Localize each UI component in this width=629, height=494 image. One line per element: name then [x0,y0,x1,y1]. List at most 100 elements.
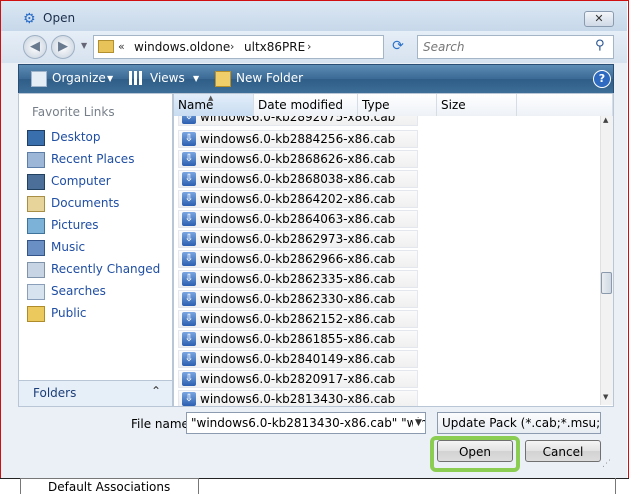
cancel-button[interactable]: Cancel [525,440,601,462]
file-name: windows6.0-kb2862966-x86.cab [200,252,396,266]
breadcrumb-separator[interactable]: › [230,40,234,53]
organize-icon [31,71,47,87]
views-icon [129,71,143,85]
computer-icon [27,174,45,190]
column-header-name-overlay[interactable]: ▲ Name [174,94,254,116]
list-item[interactable]: ⇩ windows6.0-kb2813430-x86.cab [178,390,418,406]
pictures-icon [27,218,45,234]
refresh-button[interactable]: ⟳ [387,36,409,56]
update-package-icon: ⇩ [182,292,196,306]
file-list: ▲ Name Date modified Type Size ⇩ windows6… [173,93,614,407]
breadcrumb-separator[interactable]: › [307,40,311,53]
scroll-down-arrow-icon[interactable]: ▼ [603,393,608,401]
organize-dropdown-icon[interactable]: ▼ [107,74,113,83]
column-header-filler [517,94,613,116]
chevron-up-icon: ⌃ [151,384,162,398]
sidebar-item-desktop[interactable]: Desktop [51,130,101,144]
sidebar-item-music[interactable]: Music [51,240,85,254]
default-associations-label: Default Associations [48,480,171,494]
recent-pages-dropdown-icon[interactable]: ▼ [81,41,87,50]
column-header-size-label: Size [441,98,466,112]
divider [615,478,616,494]
file-name: windows6.0-kb2884256-x86.cab [200,132,396,146]
refresh-icon: ⟳ [392,38,404,54]
list-item[interactable]: ⇩ windows6.0-kb2840149-x86.cab [178,350,418,368]
favorite-links-pane: Favorite Links Desktop Recent Places Com… [18,93,173,381]
back-button[interactable]: ◀ [23,35,47,59]
default-associations-cell[interactable]: Default Associations [20,478,199,494]
file-name-field[interactable]: "windows6.0-kb2813430-x86.cab" "windows6… [186,412,426,434]
file-name: windows6.0-kb2862335-x86.cab [200,272,396,286]
file-type-select[interactable]: Update Pack (*.cab;*.msu;*.e [437,412,601,434]
folder-icon [98,40,114,53]
file-name: windows6.0-kb2864202-x86.cab [200,192,396,206]
file-name-value: "windows6.0-kb2813430-x86.cab" "windows6 [191,416,425,430]
organize-button[interactable]: Organize [52,71,106,85]
column-header-size-overlay[interactable]: Size [437,94,517,116]
list-item[interactable]: ⇩ windows6.0-kb2862152-x86.cab [178,310,418,328]
close-button[interactable]: ✕ [584,11,614,27]
column-header-date-modified-overlay[interactable]: Date modified [254,94,358,116]
update-package-icon: ⇩ [182,352,196,366]
file-type-value: Update Pack (*.cab;*.msu;*.e [442,416,601,430]
sidebar-item-documents[interactable]: Documents [51,196,119,210]
sidebar-item-pictures[interactable]: Pictures [51,218,99,232]
favorite-links-header: Favorite Links [32,105,115,119]
sidebar-item-computer[interactable]: Computer [51,174,111,188]
update-package-icon: ⇩ [182,172,196,186]
views-button[interactable]: Views [150,71,185,85]
back-arrow-icon: ◀ [30,39,40,54]
update-package-icon: ⇩ [182,212,196,226]
breadcrumb-overflow[interactable]: « [118,40,125,53]
scroll-up-arrow-icon[interactable]: ▲ [603,116,608,124]
list-item[interactable]: ⇩ windows6.0-kb2868626-x86.cab [178,150,418,168]
list-item[interactable]: ⇩ windows6.0-kb2864202-x86.cab [178,190,418,208]
list-item[interactable]: ⇩ windows6.0-kb2861855-x86.cab [178,330,418,348]
column-header-type-label: Type [362,98,390,112]
forward-button[interactable]: ▶ [51,35,75,59]
search-icon[interactable]: ⚲ [595,38,605,53]
list-item[interactable]: ⇩ windows6.0-kb2862335-x86.cab [178,270,418,288]
help-icon[interactable]: ? [593,70,611,88]
list-item[interactable]: ⇩ windows6.0-kb2862973-x86.cab [178,230,418,248]
documents-icon [27,196,45,212]
list-item[interactable]: ⇩ windows6.0-kb2868038-x86.cab [178,170,418,188]
file-name: windows6.0-kb2813430-x86.cab [200,392,396,406]
list-item[interactable]: ⇩ windows6.0-kb2884256-x86.cab [178,130,418,148]
sidebar-item-public[interactable]: Public [51,306,87,320]
music-icon [27,240,45,256]
update-package-icon: ⇩ [182,332,196,346]
resize-grip-icon[interactable]: ⋰ [602,459,611,469]
update-package-icon: ⇩ [182,392,196,406]
update-package-icon: ⇩ [182,132,196,146]
scrollbar-thumb[interactable] [601,272,612,294]
update-package-icon: ⇩ [182,152,196,166]
update-package-icon: ⇩ [182,272,196,286]
list-item[interactable]: ⇩ windows6.0-kb2820917-x86.cab [178,370,418,388]
gear-icon: ⚙ [23,11,36,27]
update-package-icon: ⇩ [182,252,196,266]
column-header-type-overlay[interactable]: Type [358,94,437,116]
sort-ascending-icon: ▲ [208,94,214,102]
file-name: windows6.0-kb2861855-x86.cab [200,332,396,346]
update-package-icon: ⇩ [182,372,196,386]
sidebar-item-recently-changed[interactable]: Recently Changed [51,262,160,276]
open-button-highlight [430,436,520,472]
sidebar-item-recent-places[interactable]: Recent Places [51,152,134,166]
vertical-scrollbar[interactable]: ▲ ▼ [600,116,613,405]
list-item[interactable]: ⇩ windows6.0-kb2862966-x86.cab [178,250,418,268]
folders-toggle[interactable]: Folders ⌃ [18,380,173,407]
sidebar-item-searches[interactable]: Searches [51,284,106,298]
file-name-dropdown-icon[interactable]: ▼ [413,418,422,428]
views-dropdown-icon[interactable]: ▼ [193,74,199,83]
new-folder-button[interactable]: New Folder [236,71,303,85]
search-input[interactable]: Search ⚲ [417,35,614,59]
background-window-strip: Default Associations [0,478,629,494]
list-item[interactable]: ⇩ windows6.0-kb2862330-x86.cab [178,290,418,308]
list-item[interactable]: ⇩ windows6.0-kb2864063-x86.cab [178,210,418,228]
file-name: windows6.0-kb2864063-x86.cab [200,212,396,226]
file-name: windows6.0-kb2868038-x86.cab [200,172,396,186]
breadcrumb-ultx86pre[interactable]: ultx86PRE [244,40,305,54]
address-box[interactable]: « windows.oldone › ultx86PRE › ▼ [93,35,470,59]
breadcrumb-windows-oldone[interactable]: windows.oldone [134,40,230,54]
